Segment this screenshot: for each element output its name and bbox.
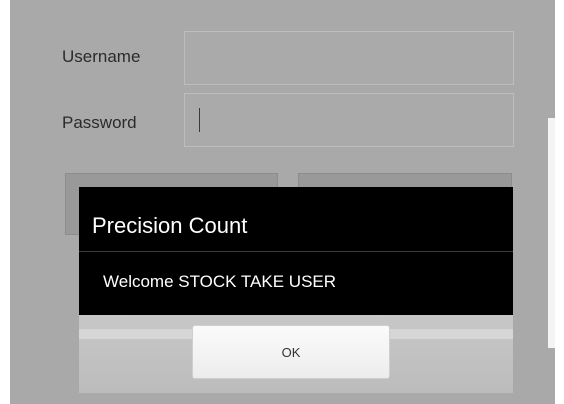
dialog-button-bar: OK — [79, 315, 513, 393]
dialog-title-divider — [79, 251, 513, 252]
text-cursor — [199, 108, 200, 132]
welcome-dialog: Precision Count Welcome STOCK TAKE USER … — [79, 187, 513, 393]
right-edge-panel — [548, 118, 555, 348]
ok-button[interactable]: OK — [192, 325, 390, 379]
password-label: Password — [62, 113, 137, 132]
dialog-title: Precision Count — [92, 213, 248, 238]
dialog-message: Welcome STOCK TAKE USER — [103, 272, 337, 291]
password-field[interactable] — [184, 93, 514, 147]
login-screen: Username Password Precision Count Welcom… — [10, 0, 555, 404]
username-label: Username — [62, 47, 141, 66]
username-field[interactable] — [184, 31, 514, 85]
